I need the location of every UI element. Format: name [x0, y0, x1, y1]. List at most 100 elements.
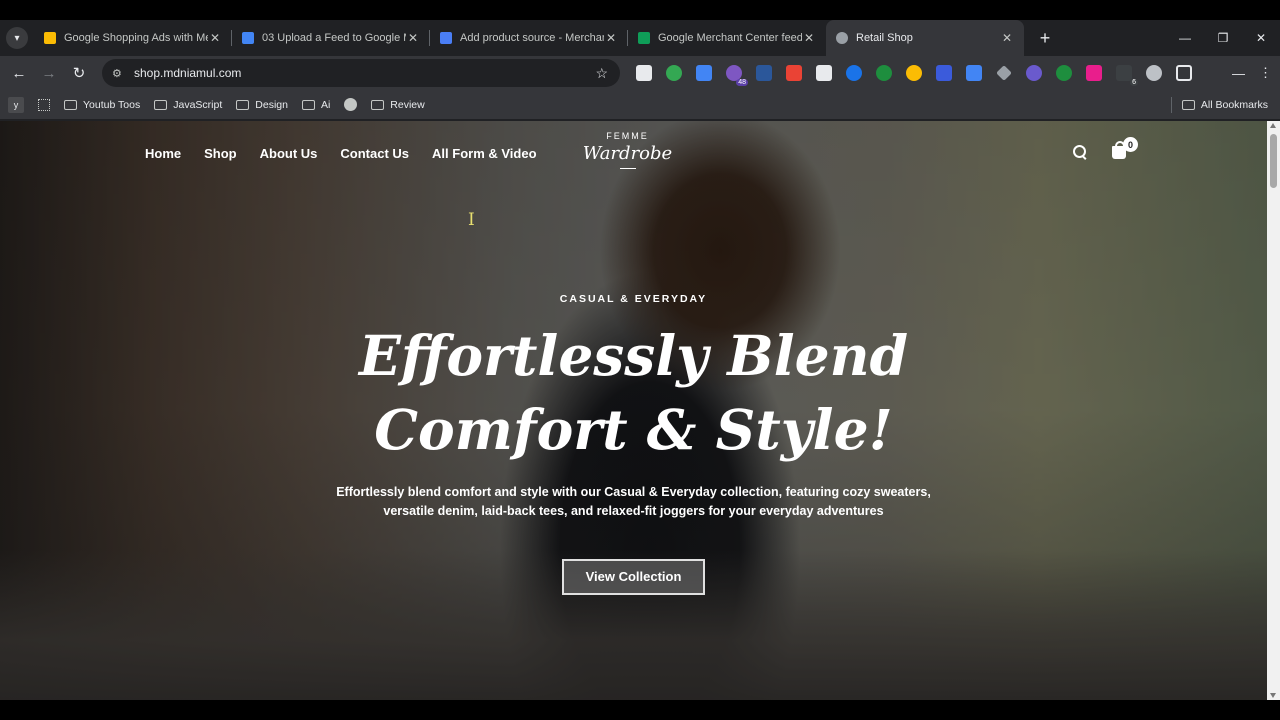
- nav-home[interactable]: Home: [145, 146, 181, 161]
- view-collection-button[interactable]: View Collection: [562, 559, 705, 595]
- extension-tag-icon[interactable]: [816, 65, 832, 81]
- profile-icon[interactable]: —: [1232, 66, 1245, 81]
- close-icon[interactable]: ✕: [406, 31, 420, 45]
- extension-globe-icon[interactable]: [1146, 65, 1162, 81]
- extension-translate-icon[interactable]: [696, 65, 712, 81]
- scroll-down-icon[interactable]: [1270, 693, 1276, 698]
- bookmark-folder-ai[interactable]: Ai: [301, 99, 330, 111]
- tab-search-icon[interactable]: ▾: [6, 27, 28, 49]
- folder-icon: [301, 99, 315, 110]
- extension-diamond-icon[interactable]: [996, 65, 1012, 81]
- tab-title: 03 Upload a Feed to Google Me: [262, 32, 406, 44]
- folder-icon: [64, 99, 77, 110]
- tab-upload-feed[interactable]: 03 Upload a Feed to Google Me ✕: [232, 20, 430, 56]
- back-icon[interactable]: ←: [4, 65, 34, 82]
- logo-small-text: FEMME: [606, 131, 649, 141]
- close-icon[interactable]: ✕: [1000, 31, 1014, 45]
- address-bar[interactable]: ⚙ shop.mdniamul.com ☆: [102, 59, 620, 87]
- site-info-icon[interactable]: ⚙: [112, 67, 128, 80]
- scroll-up-icon[interactable]: [1270, 123, 1276, 128]
- bookmark-label: Design: [255, 98, 288, 111]
- tab-merchant-center-feed[interactable]: Google Merchant Center feed - ✕: [628, 20, 826, 56]
- forward-icon[interactable]: →: [34, 65, 64, 82]
- extensions-puzzle-icon[interactable]: [1176, 65, 1192, 81]
- extension-badge-icon[interactable]: 48: [726, 65, 748, 86]
- hero-subtext: Effortlessly blend comfort and style wit…: [336, 485, 931, 518]
- toolbar-right: — ⋮: [1218, 56, 1272, 90]
- merchant-center-icon: [440, 32, 452, 44]
- extension-code-icon[interactable]: [936, 65, 952, 81]
- bottom-black-bar: [0, 700, 1280, 720]
- page-viewport: Home Shop About Us Contact Us All Form &…: [0, 121, 1267, 700]
- extension-edge-icon[interactable]: [846, 65, 862, 81]
- hero-headline: Effortlessly Blend Comfort & Style!: [358, 323, 909, 462]
- tabs: Google Shopping Ads with Mer ✕ 03 Upload…: [34, 20, 1024, 56]
- extension-agent-icon[interactable]: [666, 65, 682, 81]
- extension-green-icon[interactable]: [876, 65, 892, 81]
- apps-grid-icon[interactable]: [38, 98, 50, 111]
- tab-strip: ▾ Google Shopping Ads with Mer ✕ 03 Uplo…: [0, 20, 1280, 56]
- extension-count-icon[interactable]: 6: [1116, 65, 1138, 86]
- tab-google-shopping-ads[interactable]: Google Shopping Ads with Mer ✕: [34, 20, 232, 56]
- all-bookmarks-button[interactable]: All Bookmarks: [1181, 98, 1268, 111]
- extension-coin-icon[interactable]: [906, 65, 922, 81]
- sheets-icon: [638, 32, 650, 44]
- bookmark-folder-youtub-toos[interactable]: Youtub Toos: [64, 99, 140, 111]
- nav-shop[interactable]: Shop: [204, 146, 237, 161]
- chatgpt-bookmark-icon[interactable]: [344, 98, 358, 111]
- search-icon[interactable]: [1073, 145, 1087, 159]
- nav-all-form-video[interactable]: All Form & Video: [432, 146, 537, 161]
- tab-retail-shop[interactable]: Retail Shop ✕: [826, 20, 1024, 56]
- new-tab-button[interactable]: +: [1034, 28, 1056, 49]
- close-window-icon[interactable]: ✕: [1242, 31, 1280, 45]
- page-scrollbar[interactable]: [1267, 121, 1280, 700]
- bookmark-y[interactable]: y: [8, 96, 24, 113]
- hero-section: CASUAL & EVERYDAY Effortlessly Blend Com…: [0, 293, 1267, 595]
- close-icon[interactable]: ✕: [802, 31, 816, 45]
- scroll-thumb[interactable]: [1270, 134, 1277, 188]
- extension-list-icon[interactable]: [966, 65, 982, 81]
- more-menu-icon[interactable]: ⋮: [1259, 65, 1272, 81]
- nav-contact-us[interactable]: Contact Us: [340, 146, 409, 161]
- all-bookmarks-label: All Bookmarks: [1200, 98, 1268, 111]
- tab-title: Retail Shop: [856, 32, 913, 44]
- tab-add-product-source[interactable]: Add product source - Merchant ✕: [430, 20, 628, 56]
- globe-icon: [836, 32, 848, 44]
- header-icons: [1073, 140, 1126, 159]
- close-icon[interactable]: ✕: [208, 31, 222, 45]
- bookmark-label: Review: [390, 98, 425, 111]
- top-black-bar: [0, 0, 1280, 20]
- toolbar: ← → ↻ ⚙ shop.mdniamul.com ☆ 48 6 — ⋮: [0, 56, 1280, 90]
- extension-magnifier-icon[interactable]: [1026, 65, 1042, 81]
- extension-download-icon[interactable]: [636, 65, 652, 81]
- extension-badge-count: 6: [1130, 79, 1138, 86]
- bookmark-folder-review[interactable]: Review: [371, 98, 425, 111]
- bookmarks-bar: y Youtub Toos JavaScript Design Ai Revie…: [0, 90, 1280, 120]
- extension-word-icon[interactable]: [756, 65, 772, 81]
- site-logo[interactable]: FEMME Wardrobe: [570, 131, 685, 169]
- bookmark-star-icon[interactable]: ☆: [595, 65, 608, 82]
- folder-icon: [1181, 99, 1195, 110]
- bookmark-label: Youtub Toos: [83, 98, 141, 111]
- extension-badge-count: 48: [736, 79, 748, 86]
- window-controls: — ❐ ✕: [1166, 20, 1280, 56]
- minimize-icon[interactable]: —: [1166, 31, 1204, 45]
- extension-clover-icon[interactable]: [1056, 65, 1072, 81]
- bookmarks-divider: [1171, 97, 1172, 113]
- folder-icon: [154, 99, 168, 110]
- folder-icon: [236, 99, 250, 110]
- reload-icon[interactable]: ↻: [64, 64, 94, 82]
- cart-count-badge: 0: [1123, 137, 1138, 152]
- nav-about-us[interactable]: About Us: [260, 146, 318, 161]
- hero-eyebrow: CASUAL & EVERYDAY: [559, 293, 708, 305]
- bookmark-folder-design[interactable]: Design: [236, 99, 288, 111]
- folder-icon: [371, 99, 385, 110]
- close-icon[interactable]: ✕: [604, 31, 618, 45]
- bookmark-folder-javascript[interactable]: JavaScript: [154, 99, 222, 111]
- extension-pink-icon[interactable]: [1086, 65, 1102, 81]
- logo-underline: [619, 168, 636, 169]
- url-text[interactable]: shop.mdniamul.com: [134, 66, 241, 80]
- extension-red-icon[interactable]: [786, 65, 802, 81]
- logo-wordmark: Wardrobe: [582, 143, 673, 164]
- restore-icon[interactable]: ❐: [1204, 31, 1242, 45]
